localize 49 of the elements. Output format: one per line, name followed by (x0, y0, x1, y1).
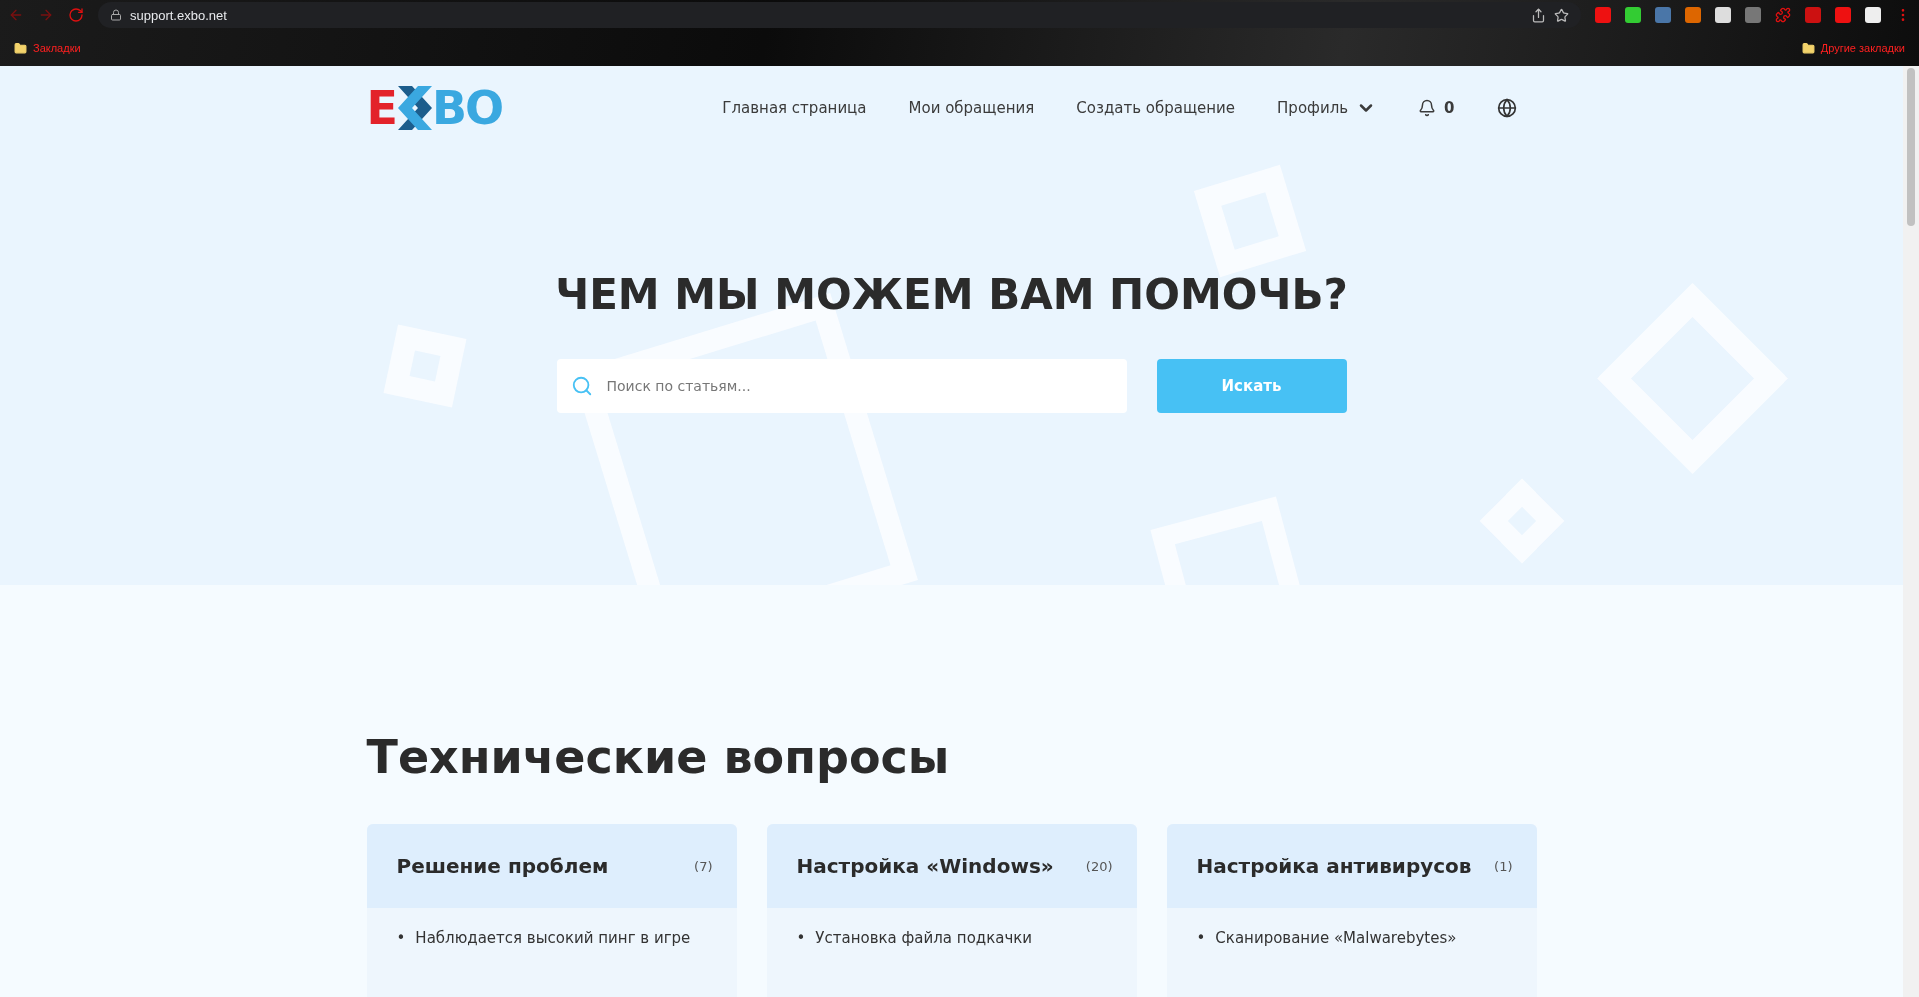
reload-icon[interactable] (68, 7, 84, 23)
forward-icon[interactable] (38, 7, 54, 23)
folder-icon (1801, 41, 1815, 55)
share-icon[interactable] (1531, 7, 1546, 23)
logo[interactable]: E BO (366, 84, 503, 132)
article-link[interactable]: Сканирование «Malwarebytes» (1215, 928, 1457, 948)
nav-link[interactable]: Создать обращение (1076, 99, 1236, 117)
extension-icon[interactable] (1865, 7, 1881, 23)
article-link[interactable]: Наблюдается высокий пинг в игре (415, 928, 691, 948)
search-icon (570, 375, 593, 397)
bookmark-folder[interactable]: Другие закладки (1820, 42, 1905, 54)
lock-icon (110, 9, 122, 21)
nav-link[interactable]: Главная страница (722, 99, 867, 117)
address-bar[interactable]: support.exbo.net (98, 2, 1581, 28)
section-title: Технические вопросы (366, 730, 951, 784)
article-count: (7) (694, 858, 713, 874)
bullet: • (396, 928, 406, 948)
globe-icon[interactable] (1496, 98, 1517, 118)
notifications-button[interactable]: 0 (1418, 99, 1455, 117)
extension-icon[interactable] (1685, 7, 1701, 23)
hero-title: ЧЕМ МЫ МОЖЕМ ВАМ ПОМОЧЬ? (555, 270, 1348, 319)
card-title[interactable]: Настройка «Windows» (796, 854, 1054, 878)
bullet: • (1196, 928, 1206, 948)
folder-icon (14, 41, 27, 55)
profile-menu[interactable]: Профиль (1277, 98, 1377, 118)
extension-icon[interactable] (1835, 7, 1851, 23)
back-icon[interactable] (8, 7, 24, 23)
extension-icon[interactable] (1655, 7, 1671, 23)
logo-chevron-icon (397, 86, 432, 130)
card-title[interactable]: Настройка антивирусов (1196, 854, 1472, 878)
article-count: (20) (1085, 858, 1113, 874)
extension-icon[interactable] (1595, 7, 1611, 23)
star-icon[interactable] (1554, 7, 1569, 23)
url-text: support.exbo.net (130, 7, 228, 23)
article-count: (1) (1494, 858, 1513, 874)
scrollbar[interactable] (1903, 66, 1919, 997)
extension-icon[interactable] (1745, 7, 1761, 23)
card-title[interactable]: Решение проблем (396, 854, 609, 878)
nav-link[interactable]: Мои обращения (908, 99, 1035, 117)
search-field[interactable]: Поиск по статьям... (556, 359, 1127, 413)
bullet: • (796, 928, 806, 948)
puzzle-icon[interactable] (1775, 7, 1791, 23)
extension-icon[interactable] (1805, 7, 1821, 23)
scrollbar-thumb[interactable] (1907, 68, 1915, 226)
extension-icon[interactable] (1625, 7, 1641, 23)
bookmark-folder[interactable]: Закладки (33, 42, 81, 54)
extension-icon[interactable] (1715, 7, 1731, 23)
article-link[interactable]: Установка файла подкачки (815, 928, 1033, 948)
bell-icon (1418, 99, 1437, 117)
